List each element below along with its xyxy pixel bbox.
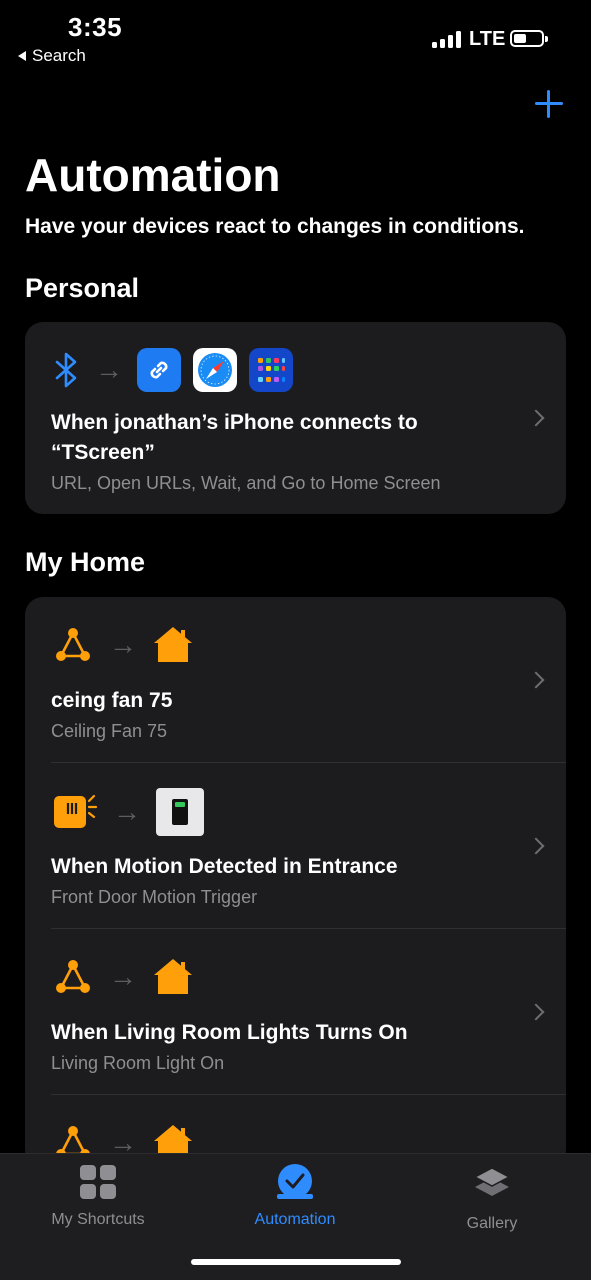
chevron-right-icon	[527, 409, 545, 427]
switch-icon	[156, 788, 204, 836]
home-indicator[interactable]	[191, 1259, 401, 1265]
chevron-right-icon	[527, 671, 545, 689]
automation-row[interactable]: → When Living Room Lights Turns On Livin…	[25, 929, 566, 1095]
motion-sensor-icon	[54, 794, 98, 828]
network-type: LTE	[469, 28, 506, 50]
arrow-right-icon: →	[109, 961, 137, 992]
status-time: 3:35	[68, 12, 123, 42]
tab-label: My Shortcuts	[51, 1211, 145, 1228]
home-screen-icon	[249, 348, 293, 392]
automation-subtitle: Living Room Light On	[51, 1053, 225, 1073]
automation-check-icon	[277, 1164, 313, 1199]
chevron-right-icon	[527, 1003, 545, 1021]
battery-level	[514, 34, 526, 43]
arrow-right-icon: →	[95, 354, 123, 385]
back-to-app-link[interactable]: Search	[18, 46, 86, 66]
arrow-right-icon: →	[113, 796, 141, 827]
accessory-network-icon	[56, 628, 90, 661]
automation-subtitle: Front Door Motion Trigger	[51, 887, 258, 907]
battery-icon	[510, 30, 548, 47]
layers-icon	[473, 1167, 511, 1196]
automation-subtitle: Ceiling Fan 75	[51, 721, 168, 741]
home-icon	[154, 627, 192, 662]
tab-my-shortcuts[interactable]: My Shortcuts	[23, 1164, 173, 1229]
automation-title: When jonathan’s iPhone connects to “TScr…	[51, 411, 418, 464]
back-app-label: Search	[32, 46, 86, 65]
accessory-network-icon	[56, 960, 90, 993]
section-title-my-home: My Home	[25, 547, 146, 577]
tab-gallery[interactable]: Gallery	[417, 1164, 567, 1233]
automation-title: When Motion Detected in Entrance	[51, 855, 398, 878]
chevron-right-icon	[527, 837, 545, 855]
automation-title: ceing fan 75	[51, 689, 173, 712]
page-title: Automation	[25, 149, 281, 201]
section-title-personal: Personal	[25, 273, 140, 303]
back-arrow-icon	[18, 51, 26, 61]
add-automation-button[interactable]	[533, 88, 565, 120]
home-automations-card: → ceing fan 75 Ceiling Fan 75 → When Mot…	[25, 597, 566, 1167]
cellular-signal-icon	[432, 31, 461, 48]
tab-label: Automation	[254, 1211, 336, 1228]
link-icon	[137, 348, 181, 392]
safari-icon	[193, 348, 237, 392]
tab-label: Gallery	[466, 1215, 518, 1232]
personal-automations-card: → When jonathan’s iPhone connects to “TS…	[25, 322, 566, 514]
bluetooth-icon	[55, 352, 77, 388]
status-bar: 3:35 Search LTE	[0, 0, 591, 80]
automation-row[interactable]: →	[25, 322, 566, 514]
home-icon	[154, 959, 192, 994]
page-subtitle: Have your devices react to changes in co…	[25, 215, 525, 238]
automation-row[interactable]: → When Motion Detected in Entrance Front…	[25, 763, 566, 929]
automation-title: When Living Room Lights Turns On	[51, 1021, 408, 1044]
grid-icon	[80, 1165, 116, 1199]
arrow-right-icon: →	[109, 629, 137, 660]
automation-subtitle: URL, Open URLs, Wait, and Go to Home Scr…	[51, 473, 441, 493]
tab-automation[interactable]: Automation	[220, 1164, 370, 1229]
automation-row[interactable]: → ceing fan 75 Ceiling Fan 75	[25, 597, 566, 763]
